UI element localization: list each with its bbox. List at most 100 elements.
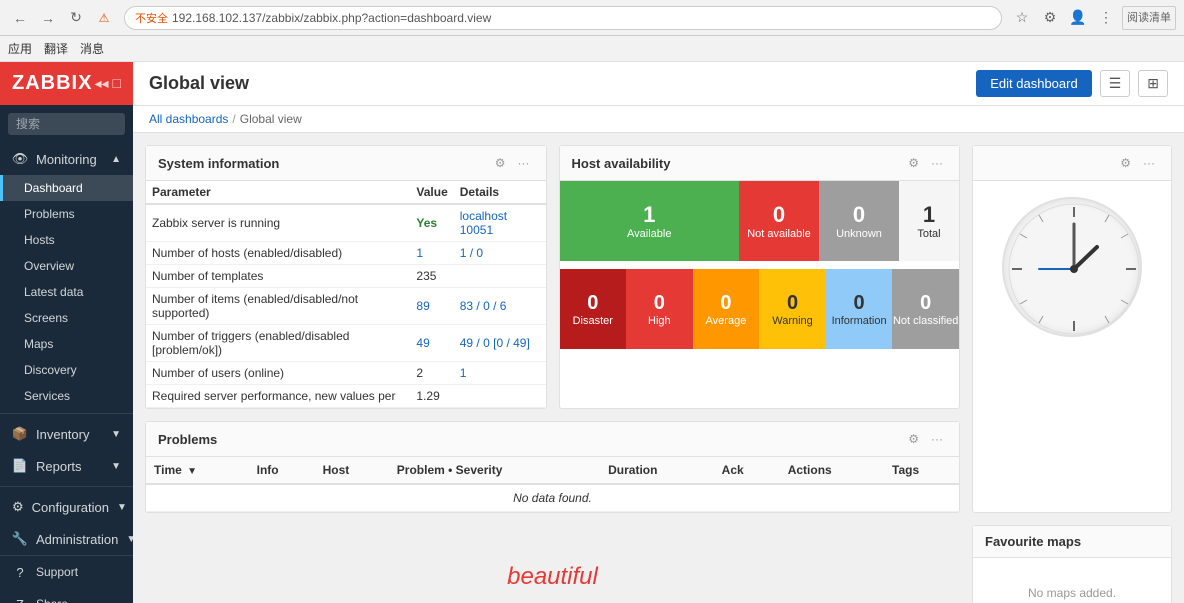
sidebar-nav: 👁 Monitoring ▲ Dashboard Problems Hosts …: [0, 143, 133, 555]
problems-settings-button[interactable]: ⚙: [904, 430, 923, 448]
system-info-header: System information ⚙ ···: [146, 146, 546, 181]
admin-arrow: ▼: [126, 534, 133, 545]
share-label: Share: [36, 597, 68, 603]
bookmark-translate[interactable]: 翻译: [44, 40, 68, 57]
warning-bar[interactable]: 0 Warning: [759, 269, 826, 349]
beautiful-text: beautiful: [507, 563, 598, 591]
sidebar-item-maps[interactable]: Maps: [0, 331, 133, 357]
dashboard-label: Dashboard: [24, 181, 83, 195]
details-cell: 1 / 0: [454, 242, 546, 265]
disaster-bar[interactable]: 0 Disaster: [560, 269, 627, 349]
sidebar-section-reports[interactable]: 📄 Reports ▼: [0, 450, 133, 482]
sidebar-item-latest-data[interactable]: Latest data: [0, 279, 133, 305]
support-icon: ?: [12, 564, 28, 580]
sidebar-item-support[interactable]: ? Support: [0, 556, 133, 588]
sidebar-search-container: [0, 105, 133, 143]
system-info-menu-button[interactable]: ···: [514, 154, 534, 172]
unavailable-bar[interactable]: 0 Not available: [739, 181, 819, 261]
host-availability-panel: Host availability ⚙ ··· 1 Available 0: [559, 145, 961, 409]
information-count: 0: [854, 292, 865, 315]
col-info[interactable]: Info: [249, 457, 315, 484]
list-view-button[interactable]: ☰: [1100, 70, 1131, 97]
grid-view-button[interactable]: ⊞: [1138, 70, 1168, 97]
reload-button[interactable]: ↻: [64, 6, 88, 30]
sidebar-item-services[interactable]: Services: [0, 383, 133, 409]
monitoring-icon: 👁: [12, 151, 28, 167]
system-info-title: System information: [158, 156, 279, 171]
high-bar[interactable]: 0 High: [626, 269, 693, 349]
host-avail-actions: ⚙ ···: [904, 154, 947, 172]
sidebar-section-configuration[interactable]: ⚙ Configuration ▼: [0, 491, 133, 523]
clock-container: [973, 181, 1171, 353]
col-ack[interactable]: Ack: [714, 457, 780, 484]
menu-button[interactable]: ⋮: [1094, 6, 1118, 30]
search-input[interactable]: [8, 113, 125, 135]
value-cell: 235: [410, 265, 453, 288]
clock-menu-button[interactable]: ···: [1139, 154, 1159, 172]
host-avail-menu-button[interactable]: ···: [927, 154, 947, 172]
col-parameter: Parameter: [146, 181, 410, 204]
col-actions[interactable]: Actions: [780, 457, 884, 484]
value-cell: 49: [410, 325, 453, 362]
bookmark-apps[interactable]: 应用: [8, 40, 32, 57]
warning-count: 0: [787, 292, 798, 315]
main-content: Global view Edit dashboard ☰ ⊞ All dashb…: [133, 62, 1184, 603]
col-time[interactable]: Time ▼: [146, 457, 249, 484]
sidebar-item-problems[interactable]: Problems: [0, 201, 133, 227]
host-avail-settings-button[interactable]: ⚙: [904, 154, 923, 172]
col-problem[interactable]: Problem • Severity: [389, 457, 600, 484]
sidebar-item-share[interactable]: Z Share: [0, 588, 133, 603]
table-row: Zabbix server is runningYeslocalhost 100…: [146, 204, 546, 242]
inventory-arrow: ▼: [111, 429, 121, 440]
sidebar-section-inventory[interactable]: 📦 Inventory ▼: [0, 418, 133, 450]
sidebar-section-monitoring[interactable]: 👁 Monitoring ▲: [0, 143, 133, 175]
not-classified-bar[interactable]: 0 Not classified: [892, 269, 959, 349]
warning-icon: ⚠: [92, 6, 116, 30]
forward-button[interactable]: →: [36, 6, 60, 30]
available-bar[interactable]: 1 Available: [560, 181, 740, 261]
browser-chrome: ← → ↻ ⚠ 不安全 192.168.102.137/zabbix/zabbi…: [0, 0, 1184, 36]
sidebar-item-discovery[interactable]: Discovery: [0, 357, 133, 383]
profile-button[interactable]: 👤: [1066, 6, 1090, 30]
not-classified-label: Not classified: [893, 315, 958, 327]
disaster-label: Disaster: [573, 315, 613, 327]
col-tags[interactable]: Tags: [884, 457, 959, 484]
bookmark-messages[interactable]: 消息: [80, 40, 104, 57]
edit-dashboard-button[interactable]: Edit dashboard: [976, 70, 1091, 97]
problems-menu-button[interactable]: ···: [927, 430, 947, 448]
warning-label: Warning: [772, 315, 813, 327]
collapse-icon[interactable]: ◂◂: [94, 75, 108, 92]
sidebar-bottom: ? Support Z Share ? Help: [0, 555, 133, 603]
col-duration[interactable]: Duration: [600, 457, 714, 484]
average-label: Average: [706, 315, 747, 327]
clock-settings-button[interactable]: ⚙: [1116, 154, 1135, 172]
sidebar-item-dashboard[interactable]: Dashboard: [0, 175, 133, 201]
reader-mode[interactable]: 阅读清单: [1122, 6, 1176, 30]
sidebar-item-hosts[interactable]: Hosts: [0, 227, 133, 253]
sidebar-item-overview[interactable]: Overview: [0, 253, 133, 279]
clock-actions: ⚙ ···: [1116, 154, 1159, 172]
sidebar-item-screens[interactable]: Screens: [0, 305, 133, 331]
col-host[interactable]: Host: [315, 457, 389, 484]
system-info-settings-button[interactable]: ⚙: [491, 154, 510, 172]
unknown-bar[interactable]: 0 Unknown: [819, 181, 899, 261]
bookmarks-bar: 应用 翻译 消息: [0, 36, 1184, 62]
param-cell: Zabbix server is running: [146, 204, 410, 242]
breadcrumb-parent[interactable]: All dashboards: [149, 112, 228, 126]
fav-maps-content: No maps added.: [973, 558, 1171, 603]
share-icon: Z: [12, 596, 28, 603]
back-button[interactable]: ←: [8, 6, 32, 30]
time-sort-arrow: ▼: [187, 466, 197, 477]
average-bar[interactable]: 0 Average: [693, 269, 760, 349]
kiosk-icon[interactable]: □: [113, 75, 121, 92]
information-bar[interactable]: 0 Information: [826, 269, 893, 349]
clock-svg: [1004, 199, 1144, 339]
disaster-count: 0: [587, 292, 598, 315]
problem-severity-bars: 0 Disaster 0 High 0 Average 0: [560, 269, 960, 349]
extensions-button[interactable]: ⚙: [1038, 6, 1062, 30]
sidebar-section-administration[interactable]: 🔧 Administration ▼: [0, 523, 133, 555]
bookmark-star-button[interactable]: ☆: [1010, 6, 1034, 30]
total-bar: 1 Total: [899, 181, 959, 261]
url-bar[interactable]: 不安全 192.168.102.137/zabbix/zabbix.php?ac…: [124, 6, 1002, 30]
details-cell: 49 / 0 [0 / 49]: [454, 325, 546, 362]
